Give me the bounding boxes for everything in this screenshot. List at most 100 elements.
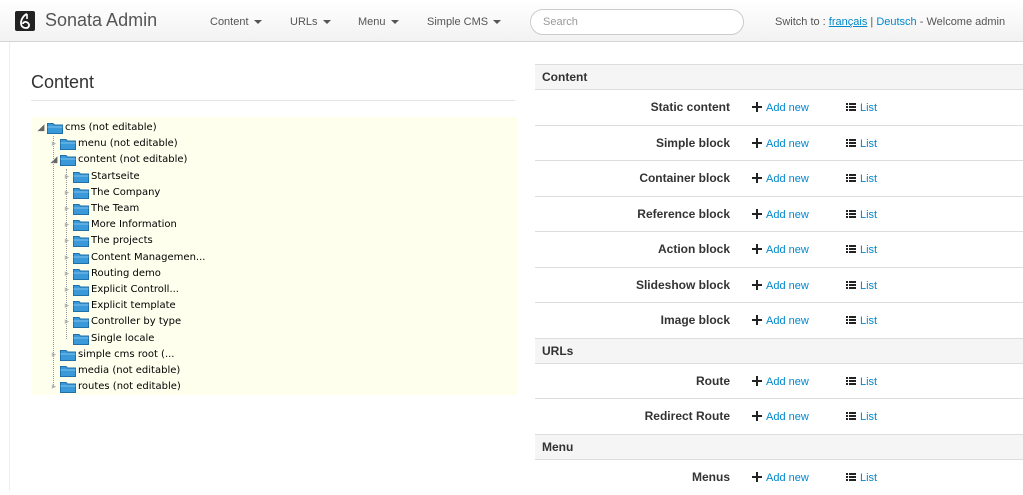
collapsed-arrow-icon[interactable]: ▸ — [48, 379, 60, 395]
collapsed-arrow-icon[interactable]: ▸ — [61, 298, 73, 314]
list-icon — [846, 245, 856, 254]
tree-node[interactable]: ▸ simple cms root (... — [48, 347, 174, 363]
list-link[interactable]: List — [846, 243, 877, 257]
add-new-link[interactable]: Add new — [752, 375, 809, 389]
list-link[interactable]: List — [846, 410, 877, 424]
tree-node-label[interactable]: Startseite — [91, 171, 140, 182]
add-new-link[interactable]: Add new — [752, 314, 809, 328]
nav-menu-menu[interactable]: Menu — [358, 15, 399, 29]
list-link[interactable]: List — [846, 208, 877, 222]
folder-icon — [60, 154, 76, 167]
tree-node[interactable]: ▸ Startseite — [61, 169, 140, 185]
sonata-logo-icon[interactable] — [15, 11, 35, 31]
add-new-link[interactable]: Add new — [752, 208, 809, 222]
list-label: List — [860, 279, 878, 292]
collapsed-arrow-icon[interactable]: ▸ — [48, 136, 60, 152]
collapsed-arrow-icon[interactable]: ▸ — [61, 233, 73, 249]
tree-node-label[interactable]: The Company — [91, 187, 160, 198]
collapsed-arrow-icon[interactable]: ▸ — [61, 201, 73, 217]
tree-node[interactable]: ▸ Controller by type — [61, 314, 181, 330]
tree-node[interactable]: ▸ The Company — [61, 185, 160, 201]
list-link[interactable]: List — [846, 375, 877, 389]
tree-node[interactable]: ◢ cms (not editable) — [35, 120, 157, 136]
expanded-arrow-icon[interactable]: ◢ — [48, 152, 60, 168]
admin-row: Image block Add new List — [535, 302, 1023, 338]
tree-node-label[interactable]: Single locale — [91, 333, 154, 344]
tree-node[interactable]: ▸ menu (not editable) — [48, 136, 178, 152]
admin-row: Route Add new List — [535, 362, 1023, 399]
tree-node-label[interactable]: media (not editable) — [78, 365, 180, 376]
title-divider — [31, 100, 515, 101]
tree-node-label[interactable]: The Team — [91, 203, 139, 214]
tree-node[interactable]: ▸ Explicit Controll... — [61, 282, 179, 298]
tree-node-label[interactable]: menu (not editable) — [78, 138, 178, 149]
list-link[interactable]: List — [846, 471, 877, 485]
folder-icon — [73, 333, 89, 345]
add-new-link[interactable]: Add new — [752, 243, 809, 257]
list-link[interactable]: List — [846, 137, 877, 151]
section-header: URLs — [535, 337, 1023, 363]
admin-label: Reference block — [637, 206, 730, 221]
add-new-link[interactable]: Add new — [752, 471, 809, 485]
list-link[interactable]: List — [846, 314, 877, 328]
search-input[interactable] — [530, 9, 744, 35]
list-label: List — [860, 244, 878, 256]
add-new-link[interactable]: Add new — [752, 137, 809, 151]
list-icon — [846, 103, 856, 112]
add-new-link[interactable]: Add new — [752, 279, 809, 293]
tree-node-label[interactable]: content (not editable) — [78, 154, 187, 165]
expanded-arrow-icon[interactable]: ◢ — [35, 120, 47, 136]
list-link[interactable]: List — [846, 101, 877, 115]
locale-link-fr[interactable]: français — [829, 16, 868, 28]
tree-node[interactable]: ▸ Explicit template — [61, 298, 176, 314]
tree-node[interactable]: ▸ Routing demo — [61, 266, 161, 282]
admin-label: Route — [696, 373, 730, 388]
tree-node-label[interactable]: Explicit Controll... — [91, 284, 179, 295]
tree-node-label[interactable]: Explicit template — [91, 300, 176, 311]
tree-node[interactable]: ▸ routes (not editable) — [48, 379, 181, 395]
add-new-label: Add new — [766, 279, 809, 292]
collapsed-arrow-icon[interactable]: ▸ — [48, 347, 60, 363]
list-label: List — [860, 173, 878, 185]
tree-node-label[interactable]: The projects — [91, 235, 153, 246]
collapsed-arrow-icon[interactable]: ▸ — [61, 250, 73, 266]
nav-menu-simple-cms[interactable]: Simple CMS — [427, 15, 502, 29]
tree-node[interactable]: ▸ More Information — [61, 217, 177, 233]
tree-node[interactable]: ▸ The Team — [61, 201, 139, 217]
collapsed-arrow-icon[interactable]: ▸ — [61, 185, 73, 201]
tree-node[interactable]: ▸ The projects — [61, 233, 153, 249]
tree-node[interactable]: ◢ content (not editable) — [48, 152, 187, 168]
collapsed-arrow-icon[interactable]: ▸ — [61, 314, 73, 330]
list-label: List — [860, 208, 878, 221]
nav-menu-content[interactable]: Content — [210, 15, 262, 29]
tree-node-label[interactable]: cms (not editable) — [65, 122, 157, 133]
add-new-label: Add new — [766, 208, 809, 221]
tree-node[interactable]: media (not editable) — [48, 363, 180, 379]
list-icon — [846, 316, 856, 325]
collapsed-arrow-icon[interactable]: ▸ — [61, 282, 73, 298]
locale-link-de[interactable]: Deutsch — [876, 16, 916, 28]
tree-node-label[interactable]: Routing demo — [91, 268, 161, 279]
list-label: List — [860, 471, 878, 484]
tree-node-label[interactable]: Controller by type — [91, 316, 181, 327]
tree-node-label[interactable]: simple cms root (... — [78, 349, 174, 360]
collapsed-arrow-icon[interactable]: ▸ — [61, 217, 73, 233]
tree-node-label[interactable]: Content Managemen... — [91, 252, 205, 263]
collapsed-arrow-icon[interactable]: ▸ — [61, 266, 73, 282]
tree-node[interactable]: Single locale — [61, 331, 154, 347]
caret-down-icon — [493, 20, 502, 25]
nav-menu-urls[interactable]: URLs — [290, 15, 331, 29]
add-new-link[interactable]: Add new — [752, 101, 809, 115]
folder-icon — [60, 381, 76, 394]
list-link[interactable]: List — [846, 172, 877, 186]
tree-node-label[interactable]: routes (not editable) — [78, 381, 181, 392]
tree-node-label[interactable]: More Information — [91, 219, 177, 230]
brand-title[interactable]: Sonata Admin — [45, 9, 157, 31]
add-new-link[interactable]: Add new — [752, 172, 809, 186]
list-link[interactable]: List — [846, 279, 877, 293]
collapsed-arrow-icon[interactable]: ▸ — [61, 169, 73, 185]
folder-icon — [73, 187, 89, 199]
add-new-link[interactable]: Add new — [752, 410, 809, 424]
admin-row: Slideshow block Add new List — [535, 266, 1023, 303]
tree-node[interactable]: ▸ Content Managemen... — [61, 250, 205, 266]
